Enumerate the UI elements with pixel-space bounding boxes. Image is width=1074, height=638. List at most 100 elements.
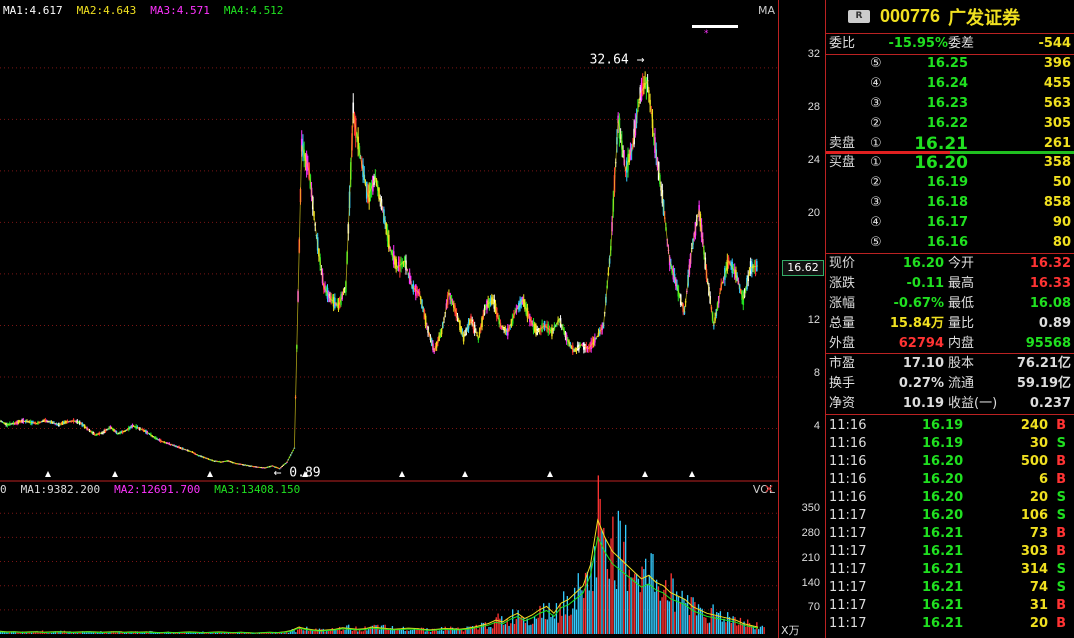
volume-bar (14, 632, 16, 634)
volume-bar (428, 631, 430, 634)
fundamental-row: 市盈 17.10 股本 76.21亿 (826, 354, 1074, 374)
volume-bar (49, 632, 51, 634)
volume-bar (163, 633, 166, 634)
volume-bar (34, 632, 36, 634)
ask-qty: 563 (1043, 96, 1071, 111)
volume-bar (692, 597, 694, 634)
volume-bar (114, 632, 117, 634)
range-marker (692, 25, 738, 28)
tick-row: 11:16 16.20 500 B (826, 453, 1074, 471)
volume-bar (626, 590, 629, 634)
bid-row[interactable]: ④ 16.17 90 (826, 213, 1074, 233)
volume-bar (577, 573, 579, 634)
volume-bar (532, 623, 534, 634)
level-icon: ⑤ (870, 56, 882, 71)
tick-side: B (1056, 418, 1066, 433)
volume-bar (271, 633, 273, 634)
tick-row: 11:17 16.21 20 B (826, 615, 1074, 633)
volume-bar (650, 553, 652, 634)
volume-bar (123, 632, 126, 634)
ask-row[interactable]: ④ 16.24 455 (826, 74, 1074, 94)
volume-bar (723, 618, 725, 634)
tick-row: 11:16 16.19 30 S (826, 435, 1074, 453)
volume-bar (599, 498, 601, 634)
bid-row[interactable]: ③ 16.18 858 (826, 193, 1074, 213)
tick-price: 16.21 (922, 544, 964, 559)
stat-row: 涨幅 -0.67% 最低 16.08 (826, 294, 1074, 314)
volume-bar (623, 541, 625, 634)
tick-time: 11:16 (829, 490, 867, 505)
tick-time: 11:17 (829, 508, 867, 523)
volume-bar (440, 627, 443, 634)
volume-bar (641, 566, 643, 634)
volume-bar (351, 630, 353, 634)
tick-volume: 20 (1029, 616, 1048, 631)
volume-bar (331, 628, 333, 634)
volume-bar (719, 611, 722, 634)
stat-value: 16.08 (1029, 296, 1071, 311)
bid-row[interactable]: ② 16.19 50 (826, 173, 1074, 193)
buy-label: 买盘 (829, 155, 856, 170)
tick-side: S (1056, 508, 1066, 523)
tick-price: 16.21 (922, 526, 964, 541)
volume-bar (727, 612, 729, 634)
volume-bar (333, 630, 335, 634)
volume-bar (566, 596, 568, 634)
volume-bar (280, 632, 282, 634)
tick-side: S (1056, 580, 1066, 595)
volume-bar (645, 558, 647, 634)
high-annotation: 32.64 → (590, 53, 645, 68)
tick-side: B (1056, 526, 1066, 541)
volume-bar (663, 589, 665, 634)
volume-bar (415, 629, 417, 634)
r-badge: R (848, 10, 870, 23)
volume-bar (550, 617, 552, 634)
vol-ma-value: MA1:9382.200 (20, 483, 101, 496)
weibi-label: 委比 (829, 36, 856, 51)
vol-ma-value: 0 (0, 483, 7, 496)
volume-bar (701, 608, 703, 634)
volume-bar (404, 631, 406, 634)
kline-chart-area[interactable]: 32.64 → ← 0.89 * MA1:4.617 MA2:4.643 MA3:4.5… (0, 0, 778, 638)
volume-bar (548, 602, 550, 634)
tick-row: 11:17 16.20 106 S (826, 507, 1074, 525)
volume-bar (400, 629, 403, 634)
y-tick: 24 (807, 154, 820, 166)
volume-bar (479, 627, 481, 634)
tick-time: 11:17 (829, 562, 867, 577)
stock-code: 000776 (880, 6, 941, 26)
volume-bar (51, 632, 53, 634)
volume-bar (595, 577, 598, 634)
tick-volume: 500 (1020, 454, 1048, 469)
volume-bar (481, 622, 483, 634)
bid-row[interactable]: 买盘 ① 16.20 358 (826, 153, 1074, 173)
indicator-label[interactable]: MA (758, 4, 775, 17)
volume-bar (572, 608, 574, 634)
vol-y-tick: 280 (801, 527, 820, 539)
stat-value: 62794 (898, 336, 944, 351)
fund-label: 收益(一) (948, 396, 998, 411)
stat-label: 总量 (829, 316, 856, 331)
ask-row[interactable]: ⑤ 16.25 396 (826, 54, 1074, 74)
tick-volume: 73 (1029, 526, 1048, 541)
volume-bar (661, 597, 663, 634)
vol-y-tick: 210 (801, 552, 820, 564)
volume-bar (215, 632, 217, 634)
kline-canvas[interactable]: 32.64 → ← 0.89 * (0, 0, 778, 638)
vol-y-tick: 140 (801, 577, 820, 589)
volume-bar (583, 597, 585, 634)
volume-bar (706, 623, 709, 634)
volume-bar (758, 629, 760, 634)
stat-value: 15.84万 (889, 316, 944, 331)
ask-row[interactable]: ③ 16.23 563 (826, 94, 1074, 114)
volume-bar (205, 633, 208, 634)
tick-volume: 74 (1029, 580, 1048, 595)
volume-ma-legend: 0 MA1:9382.200 MA2:12691.700 MA3:13408.150 (0, 483, 314, 496)
ask-row[interactable]: ② 16.22 305 (826, 114, 1074, 134)
close-icon[interactable]: ✕ (764, 482, 774, 496)
stock-header[interactable]: R 000776 广发证券 (826, 0, 1074, 34)
volume-bar (430, 631, 432, 634)
y-tick: 4 (813, 420, 820, 432)
volume-bar (657, 586, 660, 634)
bid-row[interactable]: ⑤ 16.16 80 (826, 233, 1074, 253)
